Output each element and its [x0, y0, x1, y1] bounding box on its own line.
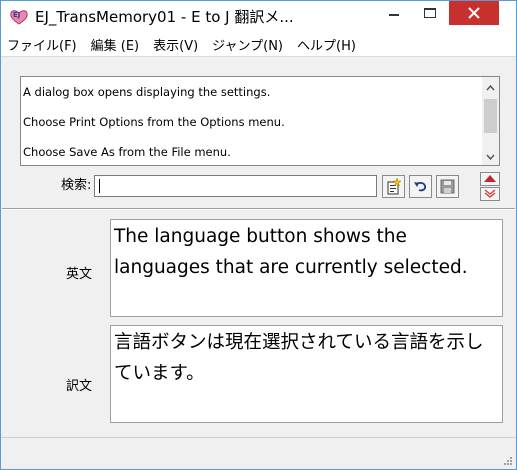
english-label: 英文: [66, 267, 93, 282]
chevron-down-icon: [486, 154, 495, 160]
navigate-updown-icon: [479, 172, 500, 201]
minimize-button[interactable]: [377, 1, 411, 25]
scroll-down-button[interactable]: [482, 148, 499, 165]
minimize-icon: [389, 14, 399, 16]
save-icon: [440, 179, 455, 194]
close-icon: [468, 7, 480, 19]
list-scrollbar[interactable]: [482, 77, 499, 165]
save-button[interactable]: [436, 175, 459, 198]
search-input[interactable]: [94, 175, 377, 197]
status-bar: [1, 437, 516, 469]
scroll-up-button[interactable]: [482, 79, 499, 96]
japanese-text-field[interactable]: 言語ボタンは現在選択されている言語を示しています。: [110, 325, 503, 423]
list-item[interactable]: Choose Print Options from the Options me…: [23, 114, 285, 130]
menu-file[interactable]: ファイル(F): [7, 35, 77, 54]
list-item[interactable]: A dialog box opens displaying the settin…: [23, 84, 270, 100]
sentence-list[interactable]: A dialog box opens displaying the settin…: [20, 76, 500, 166]
maximize-button[interactable]: [413, 1, 447, 25]
menu-view[interactable]: 表示(V): [153, 35, 198, 54]
menu-help[interactable]: ヘルプ(H): [297, 35, 356, 54]
app-icon: EJ: [10, 10, 28, 25]
divider: [2, 208, 515, 210]
japanese-label: 訳文: [66, 379, 93, 394]
add-entry-button[interactable]: [382, 175, 405, 198]
scroll-thumb[interactable]: [484, 99, 497, 133]
chevron-up-icon: [486, 84, 495, 90]
maximize-icon: [424, 8, 436, 18]
window-title: EJ_TransMemory01 - E to J 翻訳メ...: [35, 8, 294, 26]
app-window: EJ EJ_TransMemory01 - E to J 翻訳メ... ファイル…: [0, 0, 517, 470]
text-caret: [99, 179, 100, 193]
close-button[interactable]: [449, 1, 499, 25]
svg-text:EJ: EJ: [13, 11, 20, 19]
list-item[interactable]: Choose Save As from the File menu.: [23, 144, 231, 160]
undo-icon: [414, 181, 427, 192]
search-label: 検索:: [61, 178, 92, 193]
navigate-updown-button[interactable]: [479, 172, 500, 201]
menu-bar: ファイル(F) 編集 (E) 表示(V) ジャンプ(N) ヘルプ(H): [1, 33, 516, 57]
english-text-field[interactable]: The language button shows the languages …: [110, 219, 503, 317]
resize-grip-icon[interactable]: [502, 455, 512, 465]
menu-edit[interactable]: 編集 (E): [91, 35, 140, 54]
add-entry-icon: [387, 178, 402, 195]
menu-jump[interactable]: ジャンプ(N): [212, 35, 283, 54]
undo-button[interactable]: [409, 175, 432, 198]
title-bar[interactable]: EJ EJ_TransMemory01 - E to J 翻訳メ...: [1, 1, 516, 33]
